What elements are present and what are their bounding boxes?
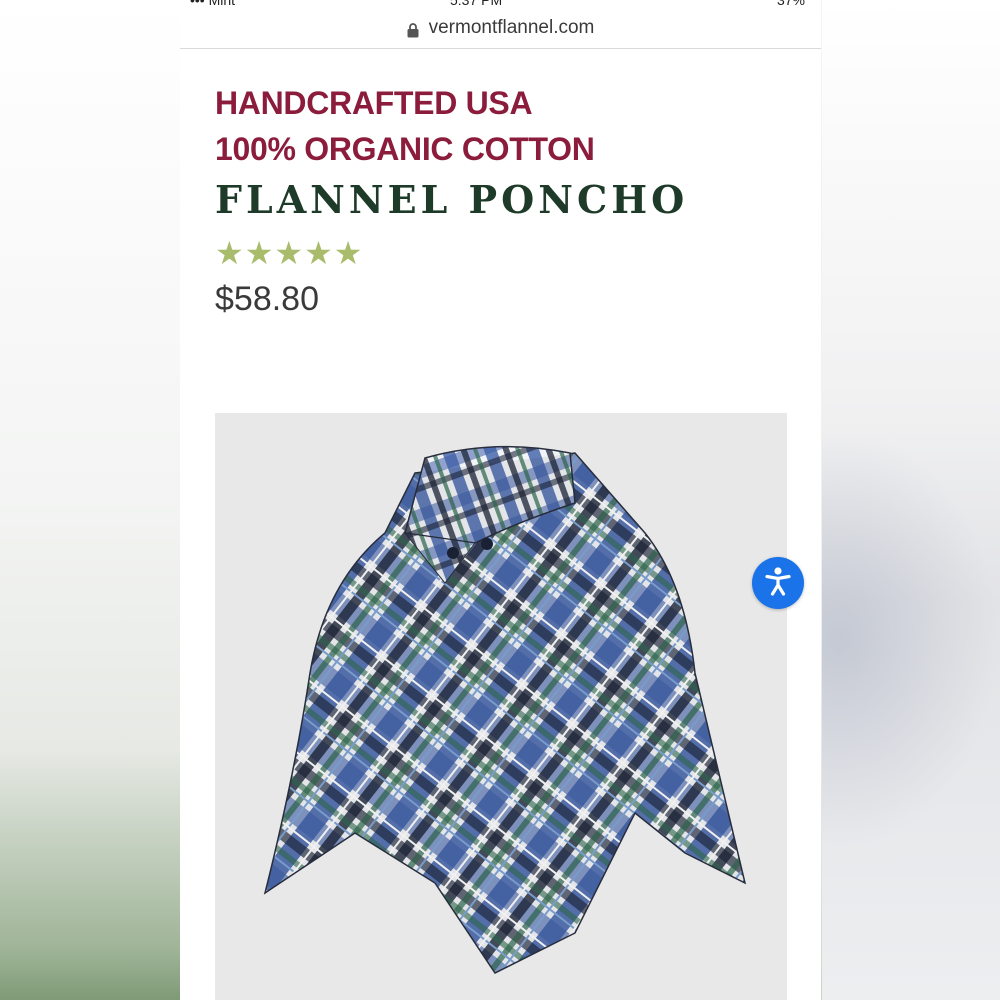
tagline-handcrafted: HANDCRAFTED USA — [215, 85, 533, 121]
lock-icon — [407, 22, 419, 37]
status-bar: ••• Mint 5:37 PM 37% — [180, 0, 821, 8]
url-text: vermontflannel.com — [428, 17, 595, 38]
rating-stars[interactable]: ★★★★★ — [215, 234, 688, 271]
status-carrier: ••• Mint — [190, 0, 236, 8]
poncho-illustration — [263, 445, 747, 974]
product-price: $58.80 — [215, 280, 319, 318]
accessibility-button[interactable] — [752, 557, 804, 609]
star-icon: ★ — [304, 235, 333, 271]
address-bar[interactable]: vermontflannel.com — [180, 8, 821, 49]
status-time: 5:37 PM — [450, 0, 503, 8]
star-icon: ★ — [274, 235, 304, 271]
background-left — [0, 0, 180, 1000]
star-icon: ★ — [244, 235, 274, 271]
phone-screen: ••• Mint 5:37 PM 37% vermontflannel.com … — [180, 0, 821, 1000]
product-title: FLANNEL PONCHO — [215, 177, 689, 222]
tagline-organic: 100% ORGANIC COTTON — [215, 131, 595, 167]
star-icon: ★ — [215, 235, 244, 271]
accessibility-icon — [760, 563, 796, 604]
product-header: HANDCRAFTED USA 100% ORGANIC COTTON FLAN… — [215, 80, 688, 319]
product-image[interactable] — [215, 413, 787, 1000]
star-icon: ★ — [333, 235, 363, 271]
background-right — [822, 0, 1000, 1000]
status-battery: 37% — [776, 0, 805, 8]
